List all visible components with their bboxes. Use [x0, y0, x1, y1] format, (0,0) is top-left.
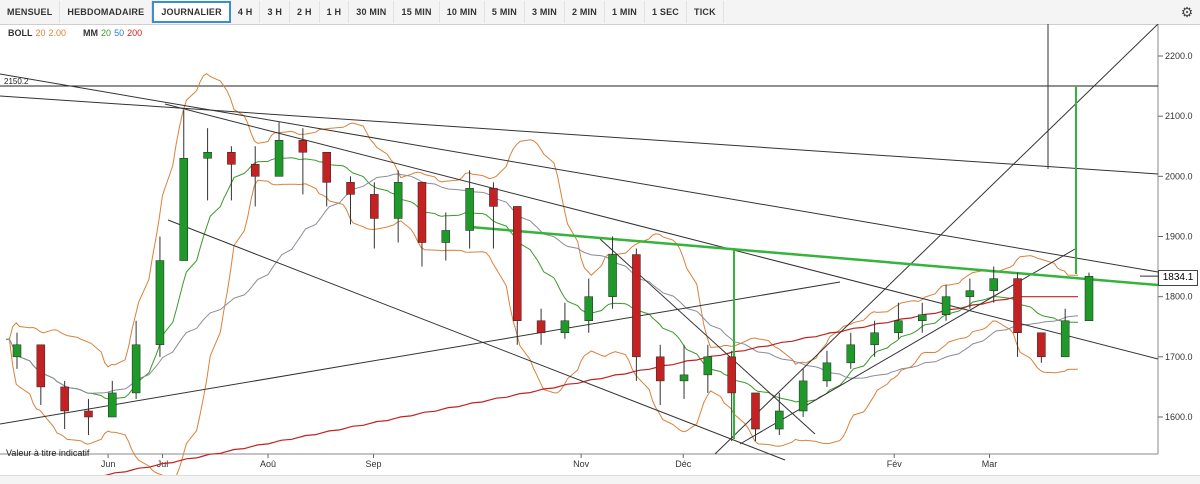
candle-body	[846, 344, 856, 364]
candle-body	[1013, 278, 1022, 334]
trend-line	[0, 73, 1159, 273]
candle-body	[393, 182, 403, 219]
candle-body	[179, 158, 189, 261]
candle-body	[1084, 275, 1094, 321]
trend-line	[714, 24, 1159, 455]
x-tick-label: Fév	[887, 459, 903, 469]
gear-icon[interactable]: ⚙	[1178, 3, 1196, 21]
y-tick-label: 2100.0	[1165, 111, 1193, 121]
y-tick-label: 1800.0	[1165, 292, 1193, 302]
candle-body	[250, 164, 260, 177]
timeframe-journalier[interactable]: JOURNALIER	[152, 1, 231, 23]
candle-body	[346, 182, 355, 195]
candle-body	[370, 194, 379, 219]
candle-body	[513, 206, 522, 321]
candle-body	[703, 356, 713, 376]
candle-body	[60, 386, 69, 412]
trend-line	[164, 103, 1159, 360]
candle-body	[679, 374, 689, 382]
timeframe-30-min[interactable]: 30 MIN	[349, 1, 395, 23]
timeframe-2-h[interactable]: 2 H	[290, 1, 320, 23]
candle-body	[489, 188, 498, 207]
candle-body	[917, 314, 927, 321]
candle-body	[584, 296, 593, 321]
candle-body	[655, 356, 665, 382]
trend-line	[0, 281, 841, 425]
candle-body	[989, 278, 998, 291]
candle-body	[894, 320, 903, 334]
trend-line	[739, 248, 1076, 445]
timeframe-tick[interactable]: TICK	[687, 1, 724, 23]
candle-body	[108, 392, 117, 418]
candle-body	[632, 254, 641, 358]
candle-body	[822, 362, 832, 382]
trend-line	[167, 219, 786, 461]
candle-body	[965, 290, 975, 297]
candle-body	[155, 260, 165, 346]
timeframe-2-min[interactable]: 2 MIN	[565, 1, 605, 23]
x-tick-label: Jun	[101, 459, 116, 469]
candle-body	[536, 320, 546, 334]
candle-body	[775, 410, 784, 430]
timeframe-3-min[interactable]: 3 MIN	[525, 1, 565, 23]
candle-body	[417, 182, 427, 243]
candle-body	[870, 332, 879, 346]
timeframe-toolbar: MENSUEL HEBDOMADAIRE JOURNALIER 4 H3 H2 H1 …	[0, 0, 1200, 25]
timeframe-15-min[interactable]: 15 MIN	[394, 1, 440, 23]
y-tick-label: 1900.0	[1165, 232, 1193, 242]
neckline	[469, 225, 1159, 287]
candle-body	[727, 356, 736, 394]
disclaimer-text: Valeur à titre indicatif	[6, 448, 90, 458]
candle-body	[84, 410, 93, 418]
y-tick-label: 2200.0	[1165, 51, 1193, 61]
candle-body	[608, 254, 617, 297]
candle-body	[798, 380, 808, 412]
timeframe-mensuel[interactable]: MENSUEL	[0, 1, 61, 23]
candle-body	[465, 188, 474, 231]
y-tick-label: 2000.0	[1165, 171, 1193, 181]
timeframe-1-sec[interactable]: 1 SEC	[645, 1, 687, 23]
candle-body	[203, 152, 212, 159]
candle-body	[131, 344, 141, 394]
candle-body	[36, 344, 46, 388]
candle-body	[322, 152, 331, 183]
timeframe-4-h[interactable]: 4 H	[231, 1, 261, 23]
candle-body	[941, 296, 951, 315]
x-tick-label: Aoû	[260, 459, 276, 469]
price-chart[interactable]: 1600.0 1700.0 1800.0 1900.0 2000.0 2100.0 2200…	[0, 24, 1200, 475]
timeframe-5-min[interactable]: 5 MIN	[485, 1, 525, 23]
candle-body	[227, 152, 236, 165]
candle-body	[441, 230, 451, 243]
candle-body	[274, 139, 284, 177]
x-tick-label: Déc	[675, 459, 692, 469]
timeframe-3-h[interactable]: 3 H	[260, 1, 291, 23]
candle-body	[560, 320, 570, 334]
x-tick-label: Sep	[366, 459, 382, 469]
level-label: 2150.2	[4, 77, 29, 86]
candle-body	[1060, 320, 1070, 358]
last-price-badge: 1834.1	[1158, 270, 1198, 286]
timeframe-hebdomadaire[interactable]: HEBDOMADAIRE	[60, 1, 153, 23]
y-tick-label: 1600.0	[1165, 412, 1193, 422]
y-tick-label: 1700.0	[1165, 352, 1193, 362]
candle-body	[298, 139, 308, 153]
candle-body	[1037, 332, 1046, 358]
x-tick-label: Nov	[573, 459, 590, 469]
timeframe-1-h[interactable]: 1 H	[320, 1, 350, 23]
candle-body	[12, 344, 22, 358]
timeframe-1-min[interactable]: 1 MIN	[605, 1, 645, 23]
timeframe-10-min[interactable]: 10 MIN	[440, 1, 485, 23]
x-tick-label: Mar	[982, 459, 998, 469]
candle-body	[751, 392, 760, 430]
